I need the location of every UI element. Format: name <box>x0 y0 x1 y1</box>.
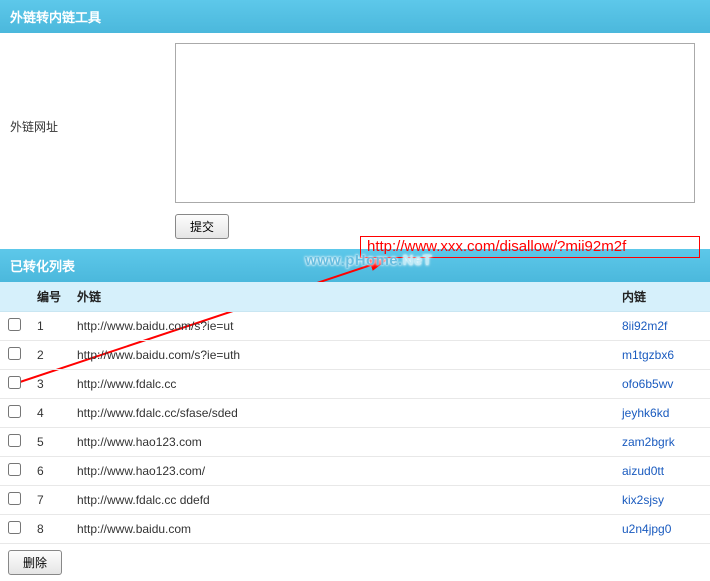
delete-button[interactable]: 删除 <box>8 550 62 575</box>
row-internal-link[interactable]: ofo6b5wv <box>622 377 673 391</box>
row-external: http://www.hao123.com <box>69 428 614 457</box>
row-external: http://www.fdalc.cc ddefd <box>69 486 614 515</box>
row-external: http://www.fdalc.cc <box>69 370 614 399</box>
row-num: 6 <box>29 457 69 486</box>
table-row: 8http://www.baidu.com u2n4jpg0 <box>0 515 710 544</box>
row-internal-link[interactable]: jeyhk6kd <box>622 406 669 420</box>
row-num: 2 <box>29 341 69 370</box>
row-num: 8 <box>29 515 69 544</box>
row-num: 3 <box>29 370 69 399</box>
table-row: 2http://www.baidu.com/s?ie=uth m1tgzbx6 <box>0 341 710 370</box>
urls-label: 外链网址 <box>5 43 175 135</box>
form-area: 外链网址 提交 <box>0 33 710 249</box>
row-external: http://www.fdalc.cc/sfase/sded <box>69 399 614 428</box>
converted-table: 编号 外链 内链 1http://www.baidu.com/s?ie=ut 8i… <box>0 282 710 544</box>
table-row: 4http://www.fdalc.cc/sfase/sded jeyhk6kd <box>0 399 710 428</box>
row-checkbox[interactable] <box>8 376 21 389</box>
row-internal-link[interactable]: 8ii92m2f <box>622 319 667 333</box>
row-internal-link[interactable]: m1tgzbx6 <box>622 348 674 362</box>
row-checkbox[interactable] <box>8 521 21 534</box>
table-row: 1http://www.baidu.com/s?ie=ut 8ii92m2f <box>0 312 710 341</box>
col-header-num: 编号 <box>29 282 69 312</box>
submit-button[interactable]: 提交 <box>175 214 229 239</box>
col-header-check <box>0 282 29 312</box>
table-row: 6http://www.hao123.com/aizud0tt <box>0 457 710 486</box>
row-external: http://www.baidu.com/s?ie=ut <box>69 312 614 341</box>
row-num: 7 <box>29 486 69 515</box>
row-external: http://www.baidu.com <box>69 515 614 544</box>
row-internal-link[interactable]: kix2sjsy <box>622 493 664 507</box>
table-row: 3http://www.fdalc.cc ofo6b5wv <box>0 370 710 399</box>
panel-title-tool: 外链转内链工具 <box>0 0 710 33</box>
row-num: 1 <box>29 312 69 341</box>
row-checkbox[interactable] <box>8 405 21 418</box>
row-checkbox[interactable] <box>8 463 21 476</box>
col-header-internal: 内链 <box>614 282 710 312</box>
row-num: 4 <box>29 399 69 428</box>
row-checkbox[interactable] <box>8 347 21 360</box>
row-external: http://www.baidu.com/s?ie=uth <box>69 341 614 370</box>
row-num: 5 <box>29 428 69 457</box>
row-checkbox[interactable] <box>8 318 21 331</box>
row-internal-link[interactable]: zam2bgrk <box>622 435 675 449</box>
col-header-external: 外链 <box>69 282 614 312</box>
panel-title-list: 已转化列表 <box>0 249 710 282</box>
row-internal-link[interactable]: u2n4jpg0 <box>622 522 671 536</box>
row-internal-link[interactable]: aizud0tt <box>622 464 664 478</box>
row-checkbox[interactable] <box>8 492 21 505</box>
table-row: 7http://www.fdalc.cc ddefd kix2sjsy <box>0 486 710 515</box>
urls-textarea[interactable] <box>175 43 695 203</box>
table-row: 5http://www.hao123.com zam2bgrk <box>0 428 710 457</box>
row-checkbox[interactable] <box>8 434 21 447</box>
row-external: http://www.hao123.com/ <box>69 457 614 486</box>
